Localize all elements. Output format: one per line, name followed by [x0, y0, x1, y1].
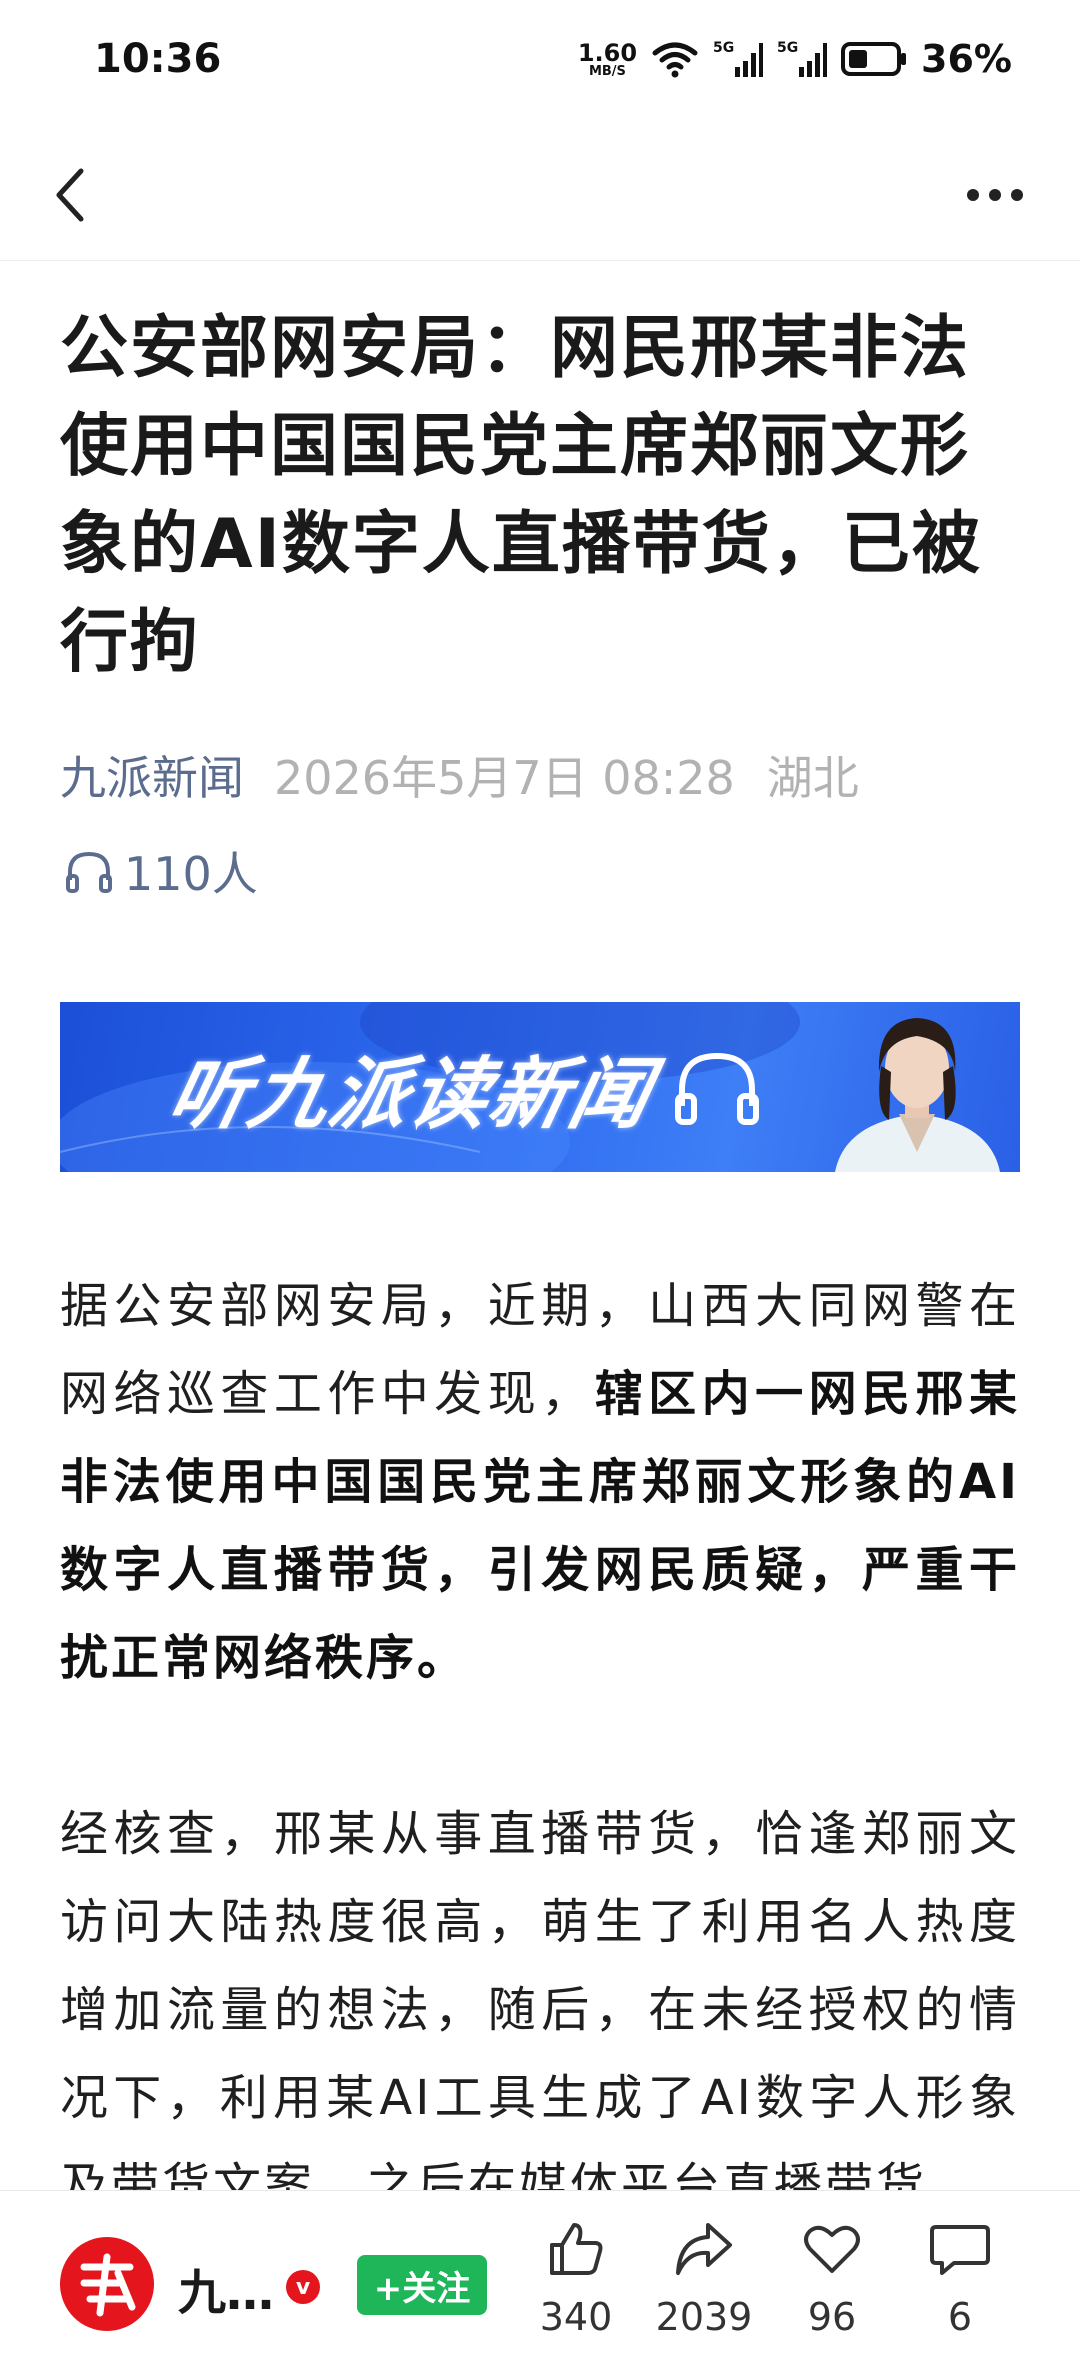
share-button[interactable]: 2039: [639, 2217, 769, 2339]
headphone-icon: [66, 851, 112, 893]
signal-5g-icon: 5G: [713, 40, 764, 77]
like-button[interactable]: 340: [511, 2217, 641, 2339]
signal-1-label: 5G: [713, 40, 734, 56]
favorite-count: 96: [807, 2295, 857, 2339]
bottom-action-bar: 九… v +关注 340 2039 96 6: [0, 2190, 1080, 2375]
listen-news-banner[interactable]: 听九派读新闻: [60, 1002, 1020, 1172]
more-button[interactable]: [950, 160, 1040, 230]
battery-percentage: 36%: [921, 37, 1012, 81]
status-time: 10:36: [94, 36, 222, 82]
share-arrow-icon: [676, 2223, 732, 2275]
signal-5g-icon-2: 5G: [777, 40, 828, 77]
publisher-logo-icon: [80, 2253, 136, 2317]
comment-count: 6: [947, 2295, 973, 2339]
article-body: 据公安部网安局，近期，山西大同网警在网络巡查工作中发现，辖区内一网民邢某非法使用…: [60, 1262, 1020, 2318]
banner-headphone-icon: [675, 1052, 759, 1125]
heart-icon: [804, 2225, 860, 2273]
comment-button[interactable]: 6: [895, 2217, 1025, 2339]
publisher-logo[interactable]: [60, 2237, 154, 2331]
chevron-left-icon: [56, 168, 84, 222]
follow-button[interactable]: +关注: [357, 2255, 487, 2315]
status-bar: 10:36 1.60 MB/S 5G 5G 36%: [0, 0, 1080, 120]
more-dots-icon: [967, 189, 1023, 201]
paragraph-2-text: 经核查，邢某从事直播带货，恰逢郑丽文访问大陆热度很高，萌生了利用名人热度增加流量…: [60, 1806, 1020, 2214]
favorite-button[interactable]: 96: [767, 2217, 897, 2339]
article-title: 公安部网安局：网民邢某非法使用中国国民党主席郑丽文形象的AI数字人直播带货，已被…: [60, 309, 982, 682]
banner-title: 听九派读新闻: [160, 1050, 661, 1140]
signal-2-label: 5G: [777, 40, 798, 56]
nav-bar: [0, 130, 1080, 261]
article-date: 2026年5月7日 08:28: [274, 751, 735, 805]
back-button[interactable]: [36, 160, 106, 230]
article-region: 湖北: [766, 751, 859, 805]
listen-count-label: 110人: [124, 847, 258, 901]
listen-count[interactable]: 110人: [64, 838, 258, 904]
wifi-icon: [652, 42, 698, 78]
thumbs-up-icon: [550, 2223, 603, 2275]
network-speed-value: 1.60: [577, 38, 638, 67]
status-icons: 1.60 MB/S 5G 5G 36%: [578, 36, 1012, 82]
share-count: 2039: [655, 2295, 753, 2339]
article-meta: 九派新闻 2026年5月7日 08:28 湖北: [60, 742, 859, 808]
publisher-name[interactable]: 九…: [178, 2253, 274, 2323]
network-speed: 1.60 MB/S: [578, 41, 637, 78]
network-speed-unit: MB/S: [588, 63, 626, 79]
like-count: 340: [539, 2295, 613, 2339]
article-paragraph-1: 据公安部网安局，近期，山西大同网警在网络巡查工作中发现，辖区内一网民邢某非法使用…: [60, 1262, 1020, 1702]
article-source[interactable]: 九派新闻: [60, 751, 244, 805]
article-paragraph-2: 经核查，邢某从事直播带货，恰逢郑丽文访问大陆热度很高，萌生了利用名人热度增加流量…: [60, 1790, 1020, 2230]
verified-badge: v: [286, 2270, 320, 2304]
battery-icon: [841, 42, 907, 76]
news-anchor-avatar: [835, 1018, 1000, 1172]
comment-bubble-icon: [930, 2225, 990, 2275]
